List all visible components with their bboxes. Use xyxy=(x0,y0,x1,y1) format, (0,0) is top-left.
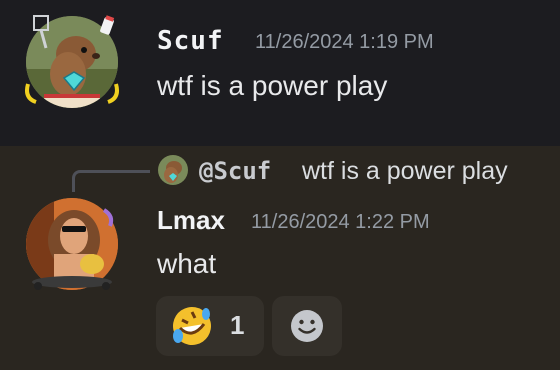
message-content: what xyxy=(157,248,217,279)
username-scuf[interactable]: Scuf xyxy=(157,26,224,56)
message-timestamp: 11/26/2024 1:22 PM xyxy=(251,211,430,233)
username-lmax[interactable]: Lmax xyxy=(157,205,225,236)
reply-connector-line xyxy=(72,170,150,192)
reply-avatar-scuf[interactable] xyxy=(157,154,189,186)
avatar-scuf[interactable] xyxy=(24,14,120,110)
reaction-count: 1 xyxy=(230,310,245,340)
reply-content[interactable]: wtf is a power play xyxy=(302,157,508,186)
rolling-on-floor-laughing-icon xyxy=(173,307,211,345)
wrestler-avatar-image xyxy=(26,198,118,290)
message-content: wtf is a power play xyxy=(157,70,388,101)
squirrel-small-avatar-image xyxy=(158,155,188,185)
message-timestamp: 11/26/2024 1:19 PM xyxy=(255,31,434,53)
reply-username[interactable]: @Scuf xyxy=(199,157,271,185)
add-reaction-button[interactable] xyxy=(272,296,342,356)
reaction-rofl[interactable]: 1 xyxy=(156,296,264,356)
squirrel-avatar-image xyxy=(25,15,119,108)
smiley-icon xyxy=(291,310,323,342)
avatar-lmax[interactable] xyxy=(24,196,120,292)
